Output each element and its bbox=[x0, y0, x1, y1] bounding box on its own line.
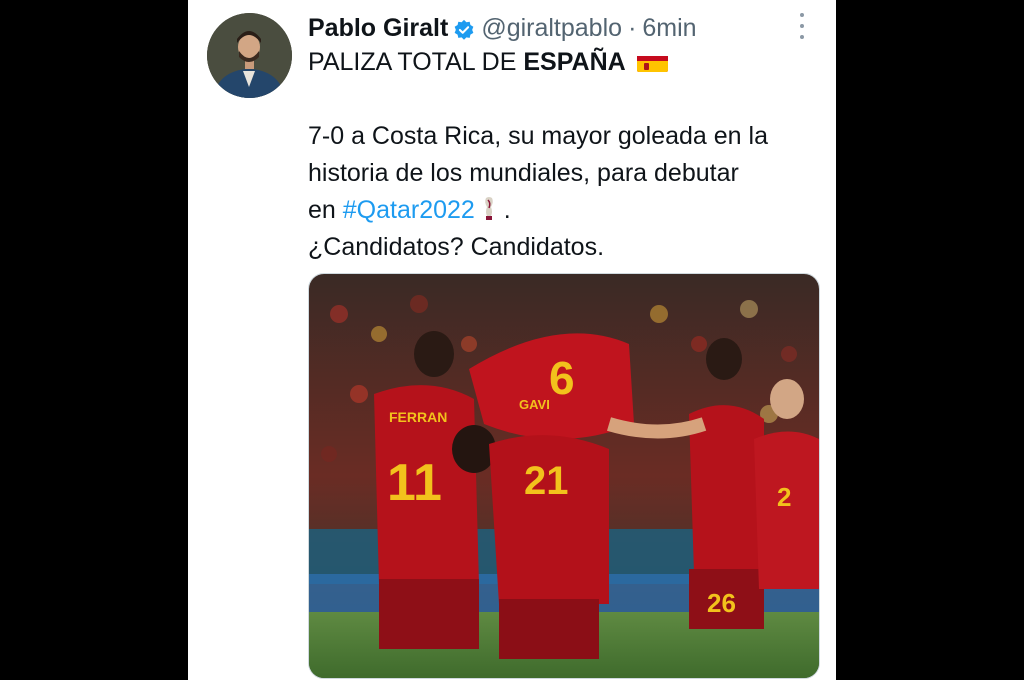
tweet-body: 7-0 a Costa Rica, su mayor goleada en la… bbox=[308, 118, 828, 266]
header-separator: · bbox=[628, 14, 637, 42]
tweet-card: Pablo Giralt @giraltpablo · 6min PALIZA … bbox=[188, 0, 836, 680]
spain-flag-icon bbox=[636, 51, 668, 72]
body-line-3-suffix: . bbox=[496, 196, 511, 224]
body-line-1: 7-0 a Costa Rica, su mayor goleada en la bbox=[308, 122, 768, 150]
jersey-name-gavi: GAVI bbox=[519, 397, 550, 412]
jersey-number-21: 21 bbox=[524, 459, 569, 503]
author-handle[interactable]: @giraltpablo bbox=[481, 12, 622, 44]
jersey-number-6: 6 bbox=[549, 352, 575, 404]
jersey-number-26: 26 bbox=[707, 588, 736, 618]
body-line-2: historia de los mundiales, para debutar bbox=[308, 159, 739, 187]
tweet-headline: PALIZA TOTAL DE ESPAÑA bbox=[308, 44, 828, 81]
more-options-icon[interactable] bbox=[792, 13, 812, 39]
jersey-number-2: 2 bbox=[777, 482, 791, 512]
tweet-timestamp[interactable]: 6min bbox=[642, 12, 696, 44]
world-cup-trophy-icon bbox=[481, 196, 497, 222]
hashtag-link[interactable]: #Qatar2022 bbox=[343, 196, 475, 224]
headline-bold: ESPAÑA bbox=[523, 48, 626, 76]
tweet-photo[interactable]: FERRAN 11 GAVI 6 21 26 2 bbox=[308, 273, 820, 679]
body-line-3-prefix: en bbox=[308, 196, 343, 224]
tweet-header: Pablo Giralt @giraltpablo · 6min bbox=[308, 12, 808, 44]
author-name[interactable]: Pablo Giralt bbox=[308, 12, 448, 44]
author-avatar[interactable] bbox=[207, 13, 292, 98]
headline-prefix: PALIZA TOTAL DE bbox=[308, 48, 524, 76]
body-line-4: ¿Candidatos? Candidatos. bbox=[308, 233, 605, 261]
verified-badge-icon bbox=[453, 17, 475, 40]
body-line-3: en #Qatar2022 . bbox=[308, 192, 828, 229]
jersey-name-ferran: FERRAN bbox=[389, 409, 447, 425]
jersey-number-11: 11 bbox=[387, 454, 442, 512]
